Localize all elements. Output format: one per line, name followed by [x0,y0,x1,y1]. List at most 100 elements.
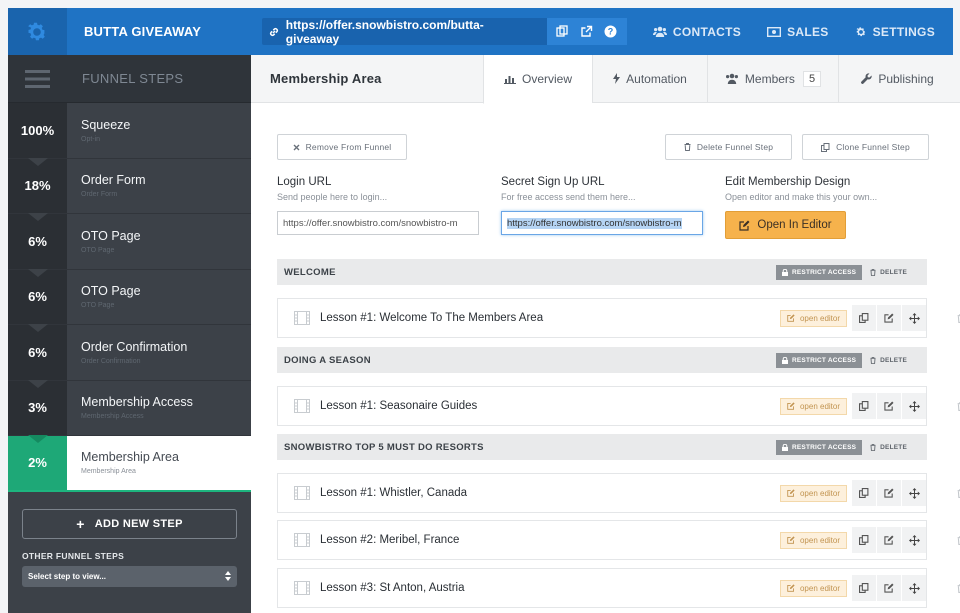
membership-design-block: Edit Membership Design Open editor and m… [725,176,877,239]
funnel-step-order-form[interactable]: 18% Order Form Order Form [8,157,251,214]
open-in-editor-button[interactable]: Open In Editor [725,211,846,239]
step-conversion: 6% [8,324,67,380]
lock-icon [782,268,788,276]
restrict-access-button[interactable]: RESTRICT ACCESS [776,264,863,280]
bolt-icon [613,73,621,84]
chart-icon [503,75,516,84]
gear-icon [856,26,866,36]
other-steps-label: OTHER FUNNEL STEPS [22,550,125,561]
signup-url-input[interactable]: https://offer.snowbistro.com/snowbistro-… [501,211,703,235]
funnel-step-oto-1[interactable]: 6% OTO Page OTO Page [8,213,251,270]
edit-icon[interactable] [876,305,901,331]
money-icon [767,26,782,37]
step-type: OTO Page [81,302,115,310]
tab-members[interactable]: Members 5 [707,54,838,103]
open-editor-button[interactable]: open editor [779,397,847,415]
restrict-access-button[interactable]: RESTRICT ACCESS [776,352,863,368]
move-handle-icon[interactable] [901,393,926,419]
nav-settings[interactable]: SETTINGS [855,25,935,39]
nav-contacts[interactable]: CONTACTS [652,24,742,39]
tab-members-label: Members [744,71,795,86]
help-icon[interactable]: ? [599,18,623,45]
tab-overview[interactable]: Overview [483,54,592,104]
external-link-icon[interactable] [575,18,599,45]
module-section-welcome: WELCOME RESTRICT ACCESS DELETE [277,259,927,285]
clone-funnel-step-button[interactable]: Clone Funnel Step [802,134,929,160]
edit-icon[interactable] [876,393,901,419]
lesson-row[interactable]: Lesson #3: St Anton, Austria open editor [277,568,960,608]
copy-url-icon[interactable] [551,18,575,45]
edit-icon[interactable] [876,575,901,601]
module-section-doing-a-season: DOING A SEASON RESTRICT ACCESS DELETE [277,347,927,373]
users-icon [652,26,667,37]
remove-from-funnel-button[interactable]: Remove From Funnel [277,134,407,160]
delete-section-button[interactable]: DELETE [870,444,907,451]
module-section-top-5-resorts: SNOWBISTRO TOP 5 MUST DO RESORTS RESTRIC… [277,434,927,460]
step-name: Order Confirmation [81,339,188,354]
step-conversion: 6% [8,213,67,269]
delete-section-button[interactable]: DELETE [870,357,907,364]
edit-icon[interactable] [876,527,901,553]
copy-icon[interactable] [851,575,876,601]
lesson-row[interactable]: Lesson #1: Whistler, Canada open editor [277,473,960,513]
lesson-title: Lesson #1: Welcome To The Members Area [320,312,544,324]
step-name: Membership Area [81,450,179,465]
app-window: BUTTA GIVEAWAY https://offer.snowbistro.… [0,0,960,613]
signup-url-help: For free access send them here... [501,192,636,202]
funnel-step-order-confirmation[interactable]: 6% Order Confirmation Order Confirmation [8,324,251,381]
step-name: Membership Access [81,395,193,410]
edit-icon[interactable] [876,480,901,506]
funnel-sidebar: FUNNEL STEPS 100% Squeeze Opt-in 18% Orde… [8,55,251,613]
tab-publishing[interactable]: Publishing [838,54,956,103]
nav-sales-label: SALES [787,24,829,39]
lesson-row[interactable]: Lesson #2: Meribel, France open editor [277,520,960,560]
delete-section-button[interactable]: DELETE [870,269,907,276]
delete-funnel-step-button[interactable]: Delete Funnel Step [665,134,792,160]
open-editor-button[interactable]: open editor [779,579,847,597]
open-editor-button[interactable]: open editor [779,531,847,549]
add-new-step-button[interactable]: + ADD NEW STEP [22,508,237,539]
tab-automation[interactable]: Automation [592,54,707,103]
move-handle-icon[interactable] [901,480,926,506]
wrench-icon [861,73,872,84]
top-nav: CONTACTS SALES SETTINGS [627,25,935,39]
lesson-row[interactable]: Lesson #1: Welcome To The Members Area o… [277,298,960,338]
copy-icon[interactable] [851,305,876,331]
edit-icon [787,489,795,497]
move-handle-icon[interactable] [901,575,926,601]
open-editor-button[interactable]: open editor [779,309,847,327]
copy-icon [821,142,830,152]
open-in-editor-label: Open In Editor [757,219,832,231]
funnel-step-membership-area[interactable]: 2% Membership Area Membership Area [8,435,251,492]
lesson-title: Lesson #2: Meribel, France [320,534,460,546]
login-url-input[interactable]: https://offer.snowbistro.com/snowbistro-… [277,211,479,235]
lesson-row[interactable]: Lesson #1: Seasonaire Guides open editor [277,386,960,426]
step-type: Order Form [81,191,118,199]
step-conversion: 100% [8,103,67,158]
move-handle-icon[interactable] [901,305,926,331]
step-conversion: 6% [8,268,67,324]
move-handle-icon[interactable] [901,527,926,553]
nav-sales[interactable]: SALES [767,25,829,39]
funnel-step-squeeze[interactable]: 100% Squeeze Opt-in [8,103,251,159]
funnel-step-oto-2[interactable]: 6% OTO Page OTO Page [8,268,251,325]
login-url-title: Login URL [277,176,332,188]
hamburger-menu-icon[interactable] [8,55,67,103]
membership-design-title: Edit Membership Design [725,176,851,188]
funnel-url[interactable]: https://offer.snowbistro.com/butta-givea… [262,18,547,46]
other-steps-select[interactable]: Select step to view... [22,565,237,587]
funnel-step-membership-access[interactable]: 3% Membership Access Membership Access [8,379,251,436]
link-icon [269,27,278,36]
copy-icon[interactable] [851,527,876,553]
open-editor-button[interactable]: open editor [779,484,847,502]
logo-gear-icon[interactable] [8,8,67,55]
restrict-access-button[interactable]: RESTRICT ACCESS [776,439,863,455]
step-conversion: 18% [8,157,67,213]
video-icon [294,581,310,595]
copy-icon[interactable] [851,480,876,506]
nav-contacts-label: CONTACTS [672,24,742,39]
select-placeholder: Select step to view... [28,571,106,581]
step-name: Order Form [81,173,146,188]
step-type: Membership Area [81,468,136,476]
copy-icon[interactable] [851,393,876,419]
